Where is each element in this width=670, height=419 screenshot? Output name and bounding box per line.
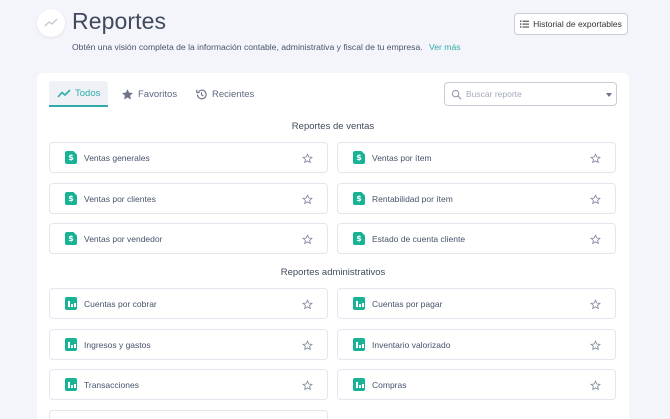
report-card-rentabilidad-por-item[interactable]: $ Rentabilidad por ítem [337,183,616,214]
star-outline-icon[interactable] [302,299,313,310]
document-dollar-icon: $ [353,232,365,245]
report-card-ventas-por-item[interactable]: $ Ventas por ítem [337,142,616,173]
section-title-admin: Reportes administrativos [280,267,386,278]
star-outline-icon[interactable] [590,194,601,205]
report-label: Ventas generales [84,152,150,163]
star-outline-icon[interactable] [590,153,601,164]
chevron-down-icon[interactable] [606,93,612,97]
document-dollar-icon: $ [65,192,77,205]
document-dollar-icon: $ [353,192,365,205]
list-icon [520,20,530,28]
report-card-transacciones[interactable]: Transacciones [49,369,328,400]
tab-recientes[interactable]: Recientes [187,81,262,107]
report-label: Rentabilidad por ítem [372,193,453,204]
report-label: Cuentas por pagar [372,298,443,309]
report-card-ventas-por-vendedor[interactable]: $ Ventas por vendedor [49,223,328,254]
search-icon [451,89,462,99]
report-label: Estado de cuenta cliente [372,233,466,244]
subtitle-text: Obtén una visión completa de la informac… [72,42,423,52]
reports-panel: Todos Favoritos Recientes Reportes de ve… [37,73,629,419]
document-dollar-icon: $ [353,151,365,164]
section-title-sales: Reportes de ventas [291,121,375,132]
see-more-link[interactable]: Ver más [429,42,461,52]
trend-icon [44,18,58,27]
star-outline-icon[interactable] [302,340,313,351]
search-box [444,82,617,106]
star-outline-icon[interactable] [590,234,601,245]
bar-chart-icon [353,378,365,391]
report-card-estado-de-cuenta-cliente[interactable]: $ Estado de cuenta cliente [337,223,616,254]
trend-icon [57,88,71,98]
tab-favoritos[interactable]: Favoritos [113,81,185,107]
report-label: Ingresos y gastos [84,339,151,350]
document-dollar-icon: $ [65,151,77,164]
export-history-label: Historial de exportables [533,19,622,29]
report-label: Cuentas por cobrar [84,298,157,309]
report-card-cuentas-por-pagar[interactable]: Cuentas por pagar [337,288,616,319]
tab-favoritos-label: Favoritos [138,88,178,100]
page-subtitle: Obtén una visión completa de la informac… [72,42,461,52]
report-card-ventas-por-clientes[interactable]: $ Ventas por clientes [49,183,328,214]
bar-chart-icon [353,297,365,310]
star-outline-icon[interactable] [302,380,313,391]
report-label: Transacciones [84,379,139,390]
report-card-compras[interactable]: Compras [337,369,616,400]
report-card-partial[interactable] [49,410,328,419]
bar-chart-icon [65,338,77,351]
bar-chart-icon [353,338,365,351]
star-outline-icon[interactable] [590,340,601,351]
star-outline-icon[interactable] [590,380,601,391]
bar-chart-icon [65,378,77,391]
search-input[interactable] [466,89,596,99]
report-label: Ventas por clientes [84,193,156,204]
page-title: Reportes [72,8,167,34]
bar-chart-icon [65,297,77,310]
star-outline-icon[interactable] [302,153,313,164]
tab-recientes-label: Recientes [212,88,255,100]
tab-todos-label: Todos [75,87,101,99]
star-outline-icon[interactable] [302,194,313,205]
report-card-ventas-generales[interactable]: $ Ventas generales [49,142,328,173]
history-icon [196,89,207,99]
tab-todos[interactable]: Todos [49,81,109,107]
report-label: Ventas por ítem [372,152,432,163]
report-label: Inventario valorizado [372,339,451,350]
document-dollar-icon: $ [65,232,77,245]
report-card-cuentas-por-cobrar[interactable]: Cuentas por cobrar [49,288,328,319]
report-label: Ventas por vendedor [84,233,163,244]
reports-header-icon [37,9,65,37]
report-label: Compras [372,379,407,390]
star-outline-icon[interactable] [302,234,313,245]
star-icon [121,88,134,99]
report-card-inventario-valorizado[interactable]: Inventario valorizado [337,329,616,360]
export-history-button[interactable]: Historial de exportables [514,13,628,35]
star-outline-icon[interactable] [590,299,601,310]
report-card-ingresos-y-gastos[interactable]: Ingresos y gastos [49,329,328,360]
